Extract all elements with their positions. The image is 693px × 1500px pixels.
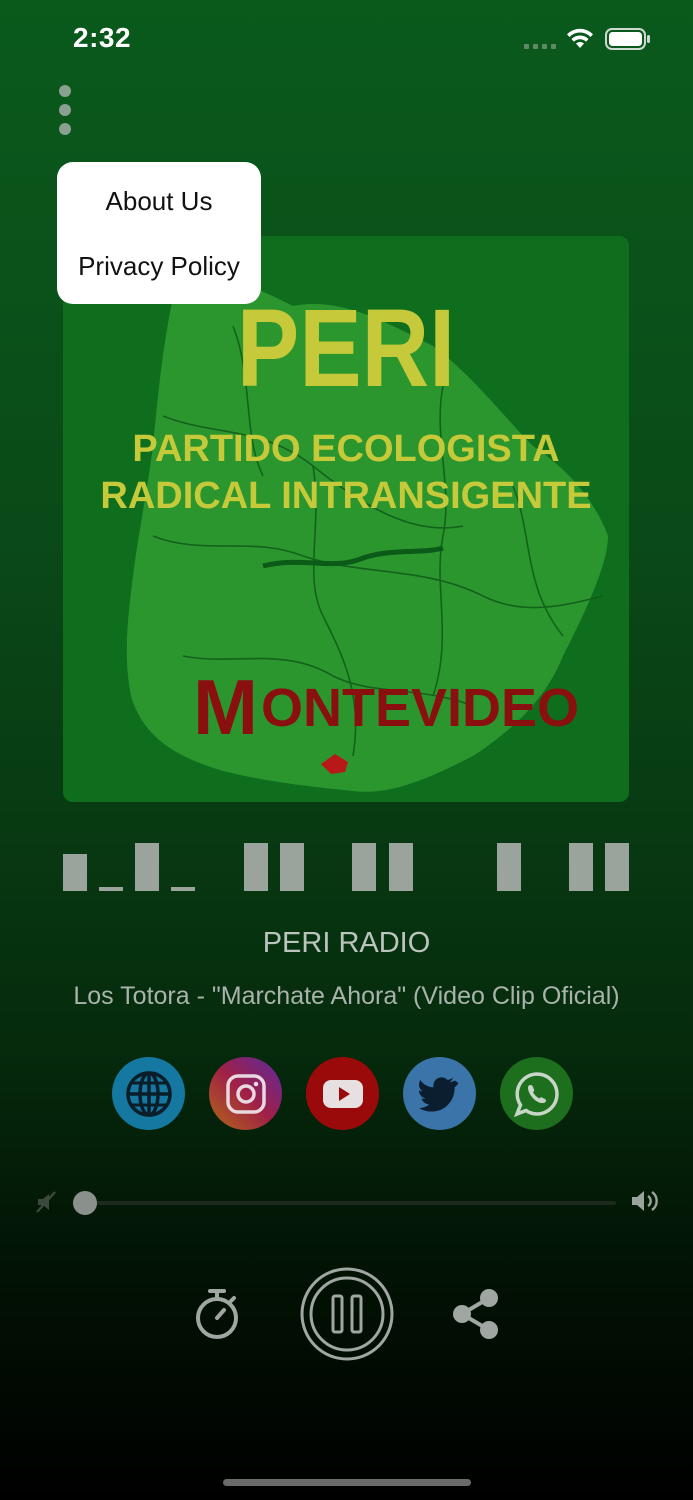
globe-icon bbox=[125, 1070, 172, 1117]
artwork-city-initial: M bbox=[193, 663, 258, 751]
artwork-subtitle-line1: PARTIDO ECOLOGISTA bbox=[132, 428, 559, 470]
status-time: 2:32 bbox=[73, 22, 132, 53]
whatsapp-icon bbox=[513, 1071, 559, 1117]
kebab-dot-icon bbox=[59, 123, 71, 135]
cellular-signal-icon bbox=[524, 44, 556, 49]
youtube-icon bbox=[322, 1079, 363, 1108]
options-menu: About Us Privacy Policy bbox=[57, 162, 261, 304]
menu-item-about-us[interactable]: About Us bbox=[57, 186, 261, 217]
twitter-button[interactable] bbox=[403, 1057, 476, 1130]
menu-item-privacy-policy[interactable]: Privacy Policy bbox=[57, 251, 261, 282]
kebab-dot-icon bbox=[59, 85, 71, 97]
battery-icon bbox=[605, 28, 650, 50]
website-button[interactable] bbox=[112, 1057, 185, 1130]
station-artwork: PERI PARTIDO ECOLOGISTA RADICAL INTRANSI… bbox=[63, 236, 629, 802]
artwork-subtitle-line2: RADICAL INTRANSIGENTE bbox=[100, 475, 591, 517]
artwork-title: PERI bbox=[237, 287, 455, 410]
kebab-dot-icon bbox=[59, 104, 71, 116]
volume-high-icon bbox=[632, 1191, 658, 1211]
volume-slider-thumb[interactable] bbox=[73, 1191, 97, 1215]
instagram-button[interactable] bbox=[209, 1057, 282, 1130]
volume-mute-icon bbox=[36, 1191, 56, 1213]
more-options-button[interactable] bbox=[50, 80, 80, 140]
home-indicator bbox=[223, 1479, 471, 1486]
artwork-city-rest: ONTEVIDEO bbox=[261, 678, 579, 738]
twitter-icon bbox=[418, 1076, 459, 1112]
uruguay-map-image: PERI PARTIDO ECOLOGISTA RADICAL INTRANSI… bbox=[63, 236, 629, 802]
instagram-icon bbox=[225, 1073, 266, 1114]
sleep-timer-button[interactable] bbox=[193, 1287, 241, 1341]
station-name: PERI RADIO bbox=[262, 927, 431, 959]
pause-button[interactable] bbox=[299, 1266, 395, 1362]
volume-slider-track[interactable] bbox=[85, 1201, 616, 1205]
youtube-button[interactable] bbox=[306, 1057, 379, 1130]
track-title: Los Totora - "Marchate Ahora" (Video Cli… bbox=[73, 982, 620, 1010]
wifi-icon bbox=[567, 28, 593, 48]
audio-visualizer bbox=[63, 843, 629, 893]
status-bar: 2:32 bbox=[0, 0, 693, 80]
share-button[interactable] bbox=[450, 1287, 502, 1341]
whatsapp-button[interactable] bbox=[500, 1057, 573, 1130]
